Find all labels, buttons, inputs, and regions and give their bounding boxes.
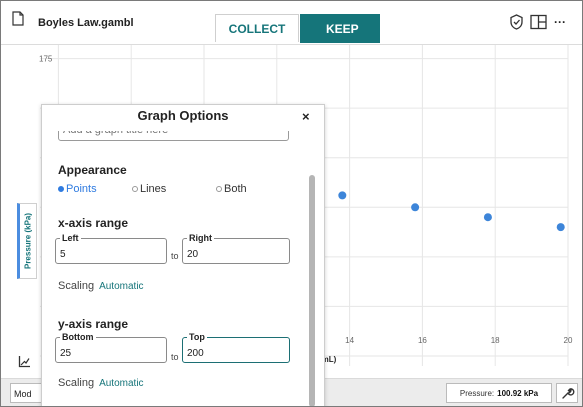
x-tick-label: 20 xyxy=(564,336,573,345)
x-tick-label: 14 xyxy=(345,336,354,345)
top-bar: Boyles Law.gambl COLLECT KEEP ··· xyxy=(1,1,582,45)
y-bottom-label: Bottom xyxy=(60,332,96,342)
pressure-meter[interactable]: Pressure: 100.92 kPa xyxy=(446,383,552,403)
chart-icon[interactable] xyxy=(18,355,31,373)
file-name[interactable]: Boyles Law.gambl xyxy=(38,17,134,29)
close-icon[interactable]: × xyxy=(302,109,310,124)
x-scaling-value[interactable]: Automatic xyxy=(99,281,143,292)
graph-options-dialog: Graph Options × Appearance Points Lines … xyxy=(41,104,325,406)
graph-title-field[interactable] xyxy=(58,131,289,141)
app-window: Boyles Law.gambl COLLECT KEEP ··· 200 175… xyxy=(0,0,583,407)
data-point xyxy=(338,191,347,200)
y-top-label: Top xyxy=(187,332,207,342)
more-icon[interactable]: ··· xyxy=(554,15,566,29)
x-to-label: to xyxy=(171,251,179,261)
x-left-label: Left xyxy=(60,233,81,243)
x-scaling: Scaling Automatic xyxy=(58,280,144,292)
x-tick-label: 18 xyxy=(491,336,500,345)
x-scaling-label: Scaling xyxy=(58,280,95,292)
x-range-heading: x-axis range xyxy=(58,216,129,230)
x-right-value: 20 xyxy=(187,249,199,260)
layout-icon[interactable] xyxy=(530,14,547,35)
y-range-heading: y-axis range xyxy=(58,317,129,331)
dialog-title: Graph Options xyxy=(137,108,229,123)
radio-lines-label: Lines xyxy=(140,183,167,195)
radio-both-label: Both xyxy=(224,183,247,195)
radio-points[interactable]: Points xyxy=(58,183,97,195)
dialog-body: Appearance Points Lines Both x-axis rang… xyxy=(42,131,324,406)
y-top-value: 200 xyxy=(187,348,204,359)
tools-button[interactable] xyxy=(556,383,578,403)
pressure-label: Pressure: xyxy=(459,388,495,398)
wrench-icon xyxy=(562,388,575,399)
y-bottom-value: 25 xyxy=(60,348,72,359)
radio-points-label: Points xyxy=(66,183,97,195)
dialog-scrollbar[interactable] xyxy=(309,175,315,406)
data-point xyxy=(483,213,492,222)
y-tick-label: 175 xyxy=(39,55,53,64)
y-scaling-value[interactable]: Automatic xyxy=(99,378,143,389)
x-left-field[interactable]: Left 5 xyxy=(55,233,167,264)
y-to-label: to xyxy=(171,352,179,362)
radio-both[interactable]: Both xyxy=(216,183,247,195)
x-right-label: Right xyxy=(187,233,214,243)
shield-check-icon[interactable] xyxy=(509,14,524,35)
data-point xyxy=(411,203,420,212)
appearance-heading: Appearance xyxy=(58,163,127,177)
keep-button[interactable]: KEEP xyxy=(300,14,380,43)
radio-lines-dot xyxy=(132,186,138,192)
collect-button[interactable]: COLLECT xyxy=(215,14,299,42)
radio-both-dot xyxy=(216,186,222,192)
x-tick-label: 16 xyxy=(418,336,427,345)
y-top-field[interactable]: Top 200 xyxy=(182,332,290,363)
data-point xyxy=(556,223,565,232)
y-axis-title-button[interactable]: Pressure (kPa) xyxy=(17,203,37,279)
y-scaling-label: Scaling xyxy=(58,377,95,389)
document-icon[interactable] xyxy=(12,11,24,31)
radio-points-dot xyxy=(58,186,64,192)
y-bottom-field[interactable]: Bottom 25 xyxy=(55,332,167,363)
radio-lines[interactable]: Lines xyxy=(132,183,166,195)
x-left-value: 5 xyxy=(60,249,66,260)
x-right-field[interactable]: Right 20 xyxy=(182,233,290,264)
pressure-value: 100.92 kPa xyxy=(497,388,539,398)
y-axis-title: Pressure (kPa) xyxy=(23,212,33,270)
graph-title-input[interactable] xyxy=(63,131,284,136)
y-scaling: Scaling Automatic xyxy=(58,377,144,389)
